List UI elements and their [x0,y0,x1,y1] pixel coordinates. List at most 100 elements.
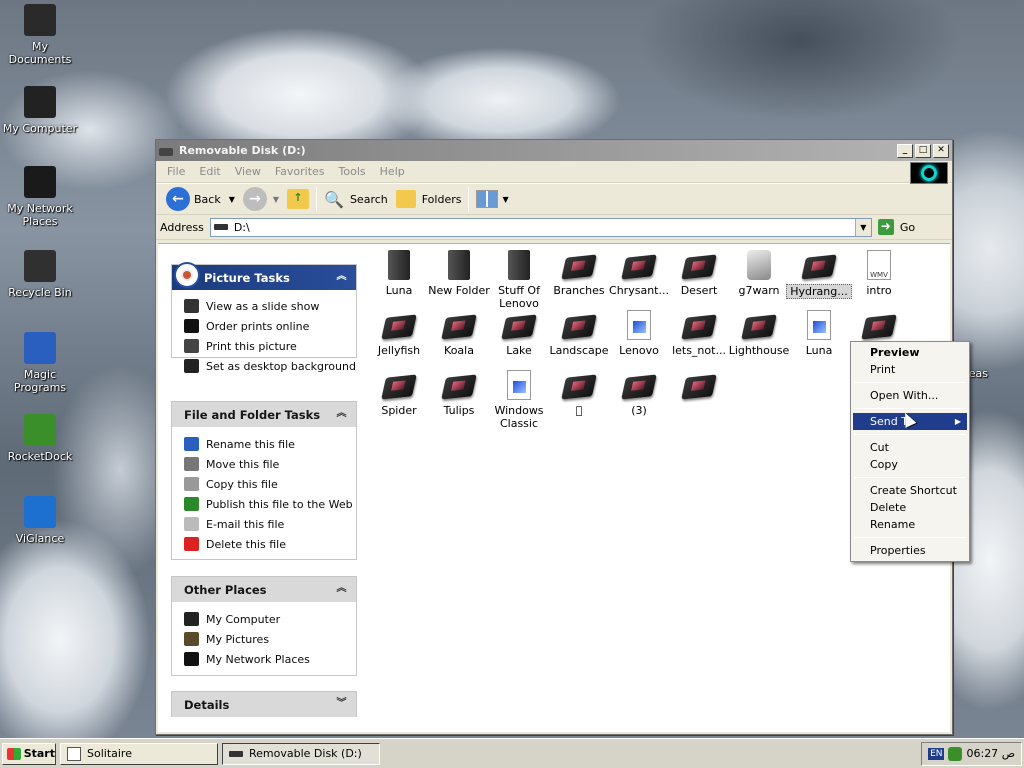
file-item[interactable]: Stuff Of Lenovo [486,250,552,310]
file-item[interactable]: WMV intro [846,250,912,297]
task-link[interactable]: Delete this file [184,534,356,554]
title-bar[interactable]: Removable Disk (D:) _ □ ✕ [156,140,952,161]
views-button[interactable]: ▼ [472,186,512,212]
back-button[interactable]: ← Back ▼ [162,186,239,212]
menu-file[interactable]: File [160,165,192,178]
search-button[interactable]: 🔍 Search [320,186,392,212]
window-title: Removable Disk (D:) [179,144,306,157]
chevron-down-icon[interactable]: ▼ [273,195,279,204]
task-link[interactable]: Copy this file [184,474,356,494]
go-button[interactable]: ➜ Go [877,219,915,235]
task-link[interactable]: View as a slide show [184,296,356,316]
taskbar-solitaire[interactable]: Solitaire [60,742,218,765]
collapse-chevron-icon[interactable]: ︽ [334,270,349,285]
file-item[interactable]: Luna [366,250,432,297]
file-item[interactable]: (3) [606,370,672,417]
address-value: D:\ [233,220,250,234]
file-item[interactable]: Koala [426,310,492,357]
chevron-down-icon[interactable]: ▼ [229,195,235,204]
task-link[interactable]: My Pictures [184,629,356,649]
task-link[interactable]: Set as desktop background [184,356,356,376]
menu-item-print[interactable]: Print [853,361,967,378]
move-icon [184,457,199,471]
menu-favorites[interactable]: Favorites [268,165,332,178]
drive-icon [159,147,173,156]
collapse-chevron-icon[interactable]: ︽ [334,582,349,597]
task-link[interactable]: My Network Places [184,649,356,669]
desktop-icon-2[interactable]: My Network Places [0,166,80,228]
menu-help[interactable]: Help [373,165,412,178]
desktop-icon-3[interactable]: Recycle Bin [0,250,80,299]
submenu-arrow-icon: ▶ [954,417,961,426]
file-item[interactable]: Spider [366,370,432,417]
menu-edit[interactable]: Edit [192,165,227,178]
desktop-icon-1[interactable]: My Computer [0,86,80,135]
close-button[interactable]: ✕ [933,143,949,158]
desktop-icon-5[interactable]: RocketDock [0,414,80,463]
menu-item-copy[interactable]: Copy [853,456,967,473]
menu-item-properties[interactable]: Properties [853,542,967,559]
expand-chevron-icon[interactable]: ︾ [334,697,349,712]
taskbar-removable-disk[interactable]: Removable Disk (D:) [222,742,380,765]
menu-item-open-with[interactable]: Open With... [853,387,967,404]
task-link[interactable]: E-mail this file [184,514,356,534]
up-folder-button[interactable]: ↑ [283,186,313,212]
forward-button[interactable]: → ▼ [239,186,283,212]
task-link[interactable]: Order prints online [184,316,356,336]
task-link[interactable]: Move this file [184,454,356,474]
file-item[interactable]: g7warn [726,250,792,297]
start-button[interactable]: Start [2,742,56,765]
file-item[interactable]: Desert [666,250,732,297]
file-item[interactable]: Branches [546,250,612,297]
file-item[interactable] [846,310,912,344]
address-dropdown-button[interactable]: ▼ [854,218,871,236]
task-label: Set as desktop background [206,359,356,373]
file-item[interactable]: Hydrang... [786,250,852,299]
slideshow-icon [184,299,199,313]
file-folder-tasks-header[interactable]: File and Folder Tasks ︽ [172,402,356,427]
task-link[interactable]: Rename this file [184,434,356,454]
menu-view[interactable]: View [228,165,268,178]
collapse-chevron-icon[interactable]: ︽ [334,407,349,422]
desktop-icon-4[interactable]: Magic Programs [0,332,80,394]
file-item[interactable]: New Folder [426,250,492,297]
file-item[interactable]: Lake [486,310,552,357]
security-shield-icon[interactable] [948,746,963,761]
menu-item-cut[interactable]: Cut [853,439,967,456]
picture-tasks-header[interactable]: Picture Tasks ︽ [172,262,356,290]
file-item[interactable]: Tulips [426,370,492,417]
file-item[interactable]: Landscape [546,310,612,357]
task-link[interactable]: Publish this file to the Web [184,494,356,514]
img-file-icon [381,374,417,400]
language-indicator[interactable]: EN [928,747,945,760]
file-item[interactable]: Windows Classic [486,370,552,430]
folders-button[interactable]: Folders [392,186,466,212]
minimize-button[interactable]: _ [897,143,913,158]
file-item[interactable]: Luna [786,310,852,357]
task-label: Print this picture [206,339,297,353]
file-item[interactable]: Lenovo [606,310,672,357]
details-header[interactable]: Details ︾ [172,692,356,717]
menu-item-rename[interactable]: Rename [853,516,967,533]
file-item[interactable]: Lighthouse [726,310,792,357]
maximize-button[interactable]: □ [915,143,931,158]
menu-tools[interactable]: Tools [332,165,373,178]
file-item[interactable]: Chrysant... [606,250,672,297]
task-link[interactable]: My Computer [184,609,356,629]
address-input[interactable]: D:\ ▼ [209,217,872,237]
file-item[interactable] [666,370,732,404]
desktop-item-icon [24,86,56,118]
desktop-icon-label: RocketDock [7,450,73,463]
menu-item-delete[interactable]: Delete [853,499,967,516]
task-label: Publish this file to the Web [206,497,353,511]
other-places-header[interactable]: Other Places ︽ [172,577,356,602]
menu-item-create-shortcut[interactable]: Create Shortcut [853,482,967,499]
task-link[interactable]: Print this picture [184,336,356,356]
desktop-icon-0[interactable]: My Documents [0,4,80,66]
file-label: Lenovo [619,344,659,357]
desktop-icon-6[interactable]: ViGlance [0,496,80,545]
file-item[interactable]: lets_not... [666,310,732,357]
menu-item-preview[interactable]: Preview [853,344,967,361]
file-item[interactable]: Jellyfish [366,310,432,357]
file-item[interactable]:   [546,370,612,417]
